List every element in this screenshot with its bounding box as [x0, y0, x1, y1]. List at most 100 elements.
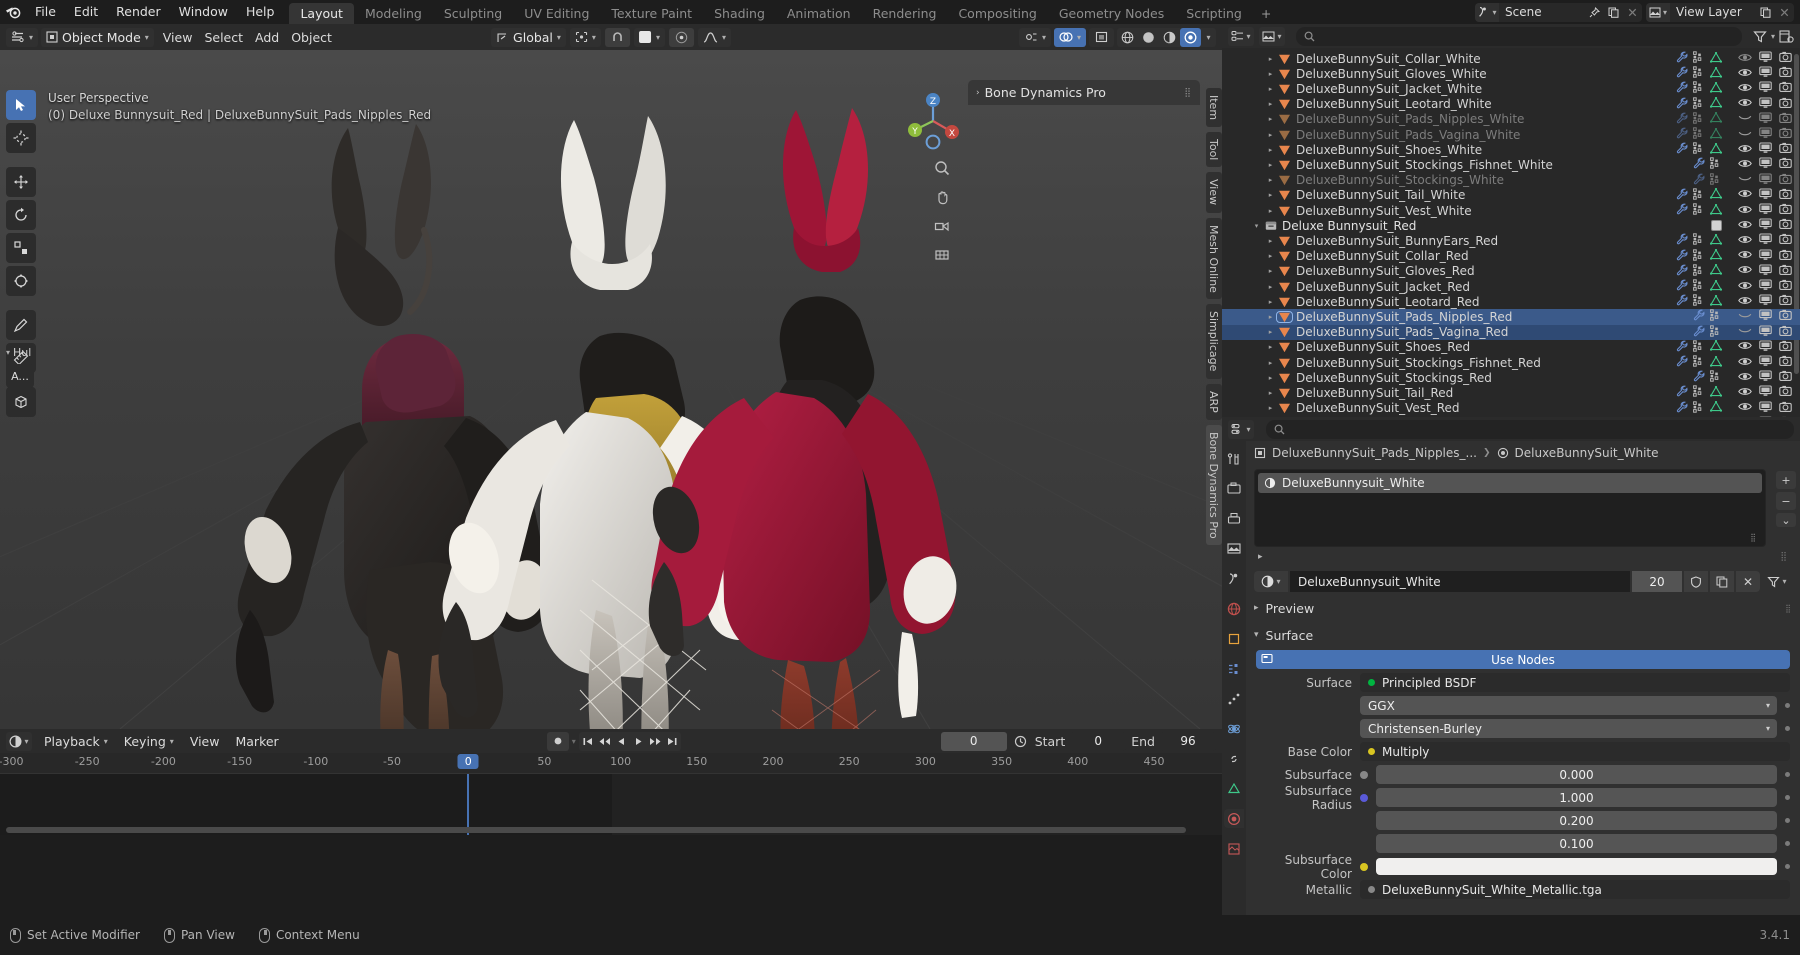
outliner-visibility-controls[interactable]	[1728, 112, 1800, 127]
sidepanel-tab-simplicage[interactable]: Simplicage	[1206, 304, 1222, 378]
zoom-icon[interactable]	[932, 158, 952, 178]
mesh-data-icon[interactable]	[1710, 67, 1722, 81]
outliner-row-datablocks[interactable]	[1676, 264, 1728, 279]
modifier-wrench-icon[interactable]	[1693, 157, 1705, 172]
outliner-disclosure-triangle[interactable]: ▸	[1264, 115, 1277, 123]
hide-in-viewport-closed-eye-icon[interactable]	[1738, 310, 1752, 324]
surface-panel-header[interactable]: ▾ Surface	[1254, 624, 1792, 646]
snap-target-selector[interactable]: ▾	[570, 28, 601, 47]
tab-render[interactable]	[1224, 479, 1244, 498]
outliner-row-datablocks[interactable]	[1693, 157, 1728, 172]
outliner-disclosure-triangle[interactable]: ▸	[1264, 359, 1277, 367]
interaction-mode-selector[interactable]: Object Mode ▾	[41, 28, 154, 47]
snap-magnet-toggle[interactable]	[605, 28, 630, 47]
property-dropdown[interactable]: GGX▾	[1360, 696, 1777, 715]
sidepanel-tab-item[interactable]: Item	[1206, 88, 1222, 127]
workspace-tab-rendering[interactable]: Rendering	[862, 3, 948, 24]
hide-in-viewport-eye-icon[interactable]	[1738, 158, 1752, 172]
end-frame-field[interactable]: 96	[1160, 732, 1216, 751]
tab-world[interactable]	[1224, 599, 1244, 618]
modifier-wrench-icon[interactable]	[1676, 294, 1688, 309]
disable-in-renders-camera-icon[interactable]	[1779, 233, 1792, 248]
outliner-disclosure-triangle[interactable]: ▸	[1264, 207, 1277, 215]
timeline-frame-controls[interactable]: 0 Start 0 End 96	[941, 732, 1216, 751]
disable-in-viewports-monitor-icon[interactable]	[1759, 294, 1772, 309]
modifier-wrench-icon[interactable]	[1676, 127, 1688, 142]
mesh-data-icon[interactable]	[1710, 401, 1722, 415]
outliner-disclosure-triangle[interactable]: ▸	[1264, 131, 1277, 139]
outliner-row[interactable]: ▸DeluxeBunnySuit_Gloves_Red	[1222, 264, 1800, 279]
sidepanel-tab-view[interactable]: View	[1206, 172, 1222, 212]
disable-in-renders-camera-icon[interactable]	[1779, 264, 1792, 279]
mesh-data-icon[interactable]	[1710, 340, 1722, 354]
scene-name[interactable]: Scene	[1499, 3, 1585, 22]
disable-in-viewports-monitor-icon[interactable]	[1759, 97, 1772, 112]
timeline-editor-type-icon[interactable]: ▾	[6, 732, 32, 751]
outliner-row-datablocks[interactable]	[1676, 81, 1728, 96]
outliner-row[interactable]: ▸DeluxeBunnySuit_Stockings_Fishnet_Red	[1222, 355, 1800, 370]
outliner-row-datablocks[interactable]	[1693, 173, 1728, 188]
mesh-data-icon[interactable]	[1710, 128, 1722, 142]
fake-user-shield-icon[interactable]	[1684, 571, 1708, 592]
outliner-editor-type-icon[interactable]: ▾	[1228, 27, 1254, 46]
outliner-row-datablocks[interactable]	[1676, 142, 1728, 157]
hide-in-viewport-eye-icon[interactable]	[1738, 401, 1752, 415]
modifier-wrench-icon[interactable]	[1693, 173, 1705, 188]
outliner-row-datablocks[interactable]	[1676, 51, 1728, 66]
properties-editor[interactable]: ▾	[1222, 417, 1800, 915]
modifier-stack-icon[interactable]	[1693, 401, 1705, 416]
outliner-disclosure-triangle[interactable]: ▸	[1264, 55, 1277, 63]
modifier-stack-icon[interactable]	[1693, 264, 1705, 279]
view-layer-selector[interactable]: ▾ View Layer ✕	[1646, 3, 1794, 22]
animate-property-dot[interactable]	[1785, 726, 1790, 731]
viewport-canvas[interactable]: User Perspective (0) Deluxe Bunnysuit_Re…	[0, 50, 1222, 729]
proportional-edit-falloff[interactable]: ▾	[634, 28, 665, 47]
sidepanel-grip[interactable]: ⣿	[1184, 88, 1192, 98]
remove-material-slot-button[interactable]: −	[1776, 492, 1796, 510]
property-slider[interactable]: 0.000	[1376, 765, 1777, 784]
timeline-menu-keying[interactable]: Keying▾	[116, 732, 182, 751]
outliner-row[interactable]: ▾Deluxe Bunnysuit_Red	[1222, 218, 1800, 233]
tool-transform[interactable]	[6, 266, 36, 296]
pan-hand-icon[interactable]	[932, 187, 952, 207]
jump-to-end-icon[interactable]	[664, 732, 681, 751]
outliner-disclosure-triangle[interactable]: ▸	[1264, 389, 1277, 397]
disable-in-renders-camera-icon[interactable]	[1779, 188, 1792, 203]
sidepanel-tab-mesh-online[interactable]: Mesh Online	[1206, 218, 1222, 300]
menu-help[interactable]: Help	[237, 2, 284, 22]
viewport-left-panel-header[interactable]: ▾ Hul	[6, 346, 42, 359]
animate-property-dot[interactable]	[1785, 818, 1790, 823]
outliner-row[interactable]: ▸DeluxeBunnySuit_Pads_Nipples_Red	[1222, 309, 1800, 324]
outliner-visibility-controls[interactable]	[1728, 309, 1800, 324]
outliner-row[interactable]: ▸DeluxeBunnySuit_Leotard_Red	[1222, 294, 1800, 309]
outliner-row[interactable]: ▸DeluxeBunnySuit_Stockings_Fishnet_White	[1222, 157, 1800, 172]
property-row[interactable]: 0.200	[1256, 811, 1790, 830]
mesh-data-icon[interactable]	[1710, 295, 1722, 309]
menu-window[interactable]: Window	[170, 2, 237, 22]
timeline-playback-controls[interactable]: ▾	[547, 732, 681, 751]
menu-render[interactable]: Render	[107, 2, 170, 22]
workspace-tab-scripting[interactable]: Scripting	[1175, 3, 1253, 24]
outliner-visibility-controls[interactable]	[1728, 127, 1800, 142]
timeline-current-frame-marker[interactable]: 0	[458, 754, 479, 769]
tab-particles[interactable]	[1224, 689, 1244, 708]
outliner-row[interactable]: ▸DeluxeBunnySuit_Jacket_White	[1222, 81, 1800, 96]
outliner-row[interactable]: ▸DeluxeBunnySuit_Vest_White	[1222, 203, 1800, 218]
workspace-tab-layout[interactable]: Layout	[289, 3, 354, 24]
outliner-row-datablocks[interactable]	[1676, 66, 1728, 81]
workspace-tab-sculpting[interactable]: Sculpting	[433, 3, 513, 24]
disable-in-viewports-monitor-icon[interactable]	[1759, 370, 1772, 385]
hide-in-viewport-eye-icon[interactable]	[1738, 219, 1752, 233]
new-material-copy-icon[interactable]	[1710, 571, 1734, 592]
sidepanel-tab-bone-dynamics-pro[interactable]: Bone Dynamics Pro	[1206, 425, 1222, 546]
start-frame-field[interactable]: 0	[1070, 732, 1126, 751]
outliner-row[interactable]: ▸DeluxeBunnySuit_Jacket_Red	[1222, 279, 1800, 294]
disable-in-viewports-monitor-icon[interactable]	[1759, 188, 1772, 203]
hide-in-viewport-closed-eye-icon[interactable]	[1738, 173, 1752, 187]
hide-in-viewport-closed-eye-icon[interactable]	[1738, 112, 1752, 126]
collection-exclude-checkbox[interactable]	[1711, 220, 1722, 231]
modifier-stack-icon[interactable]	[1710, 309, 1722, 324]
outliner-row-datablocks[interactable]	[1693, 370, 1728, 385]
workspace-tab-shading[interactable]: Shading	[703, 3, 776, 24]
hide-in-viewport-closed-eye-icon[interactable]	[1738, 325, 1752, 339]
